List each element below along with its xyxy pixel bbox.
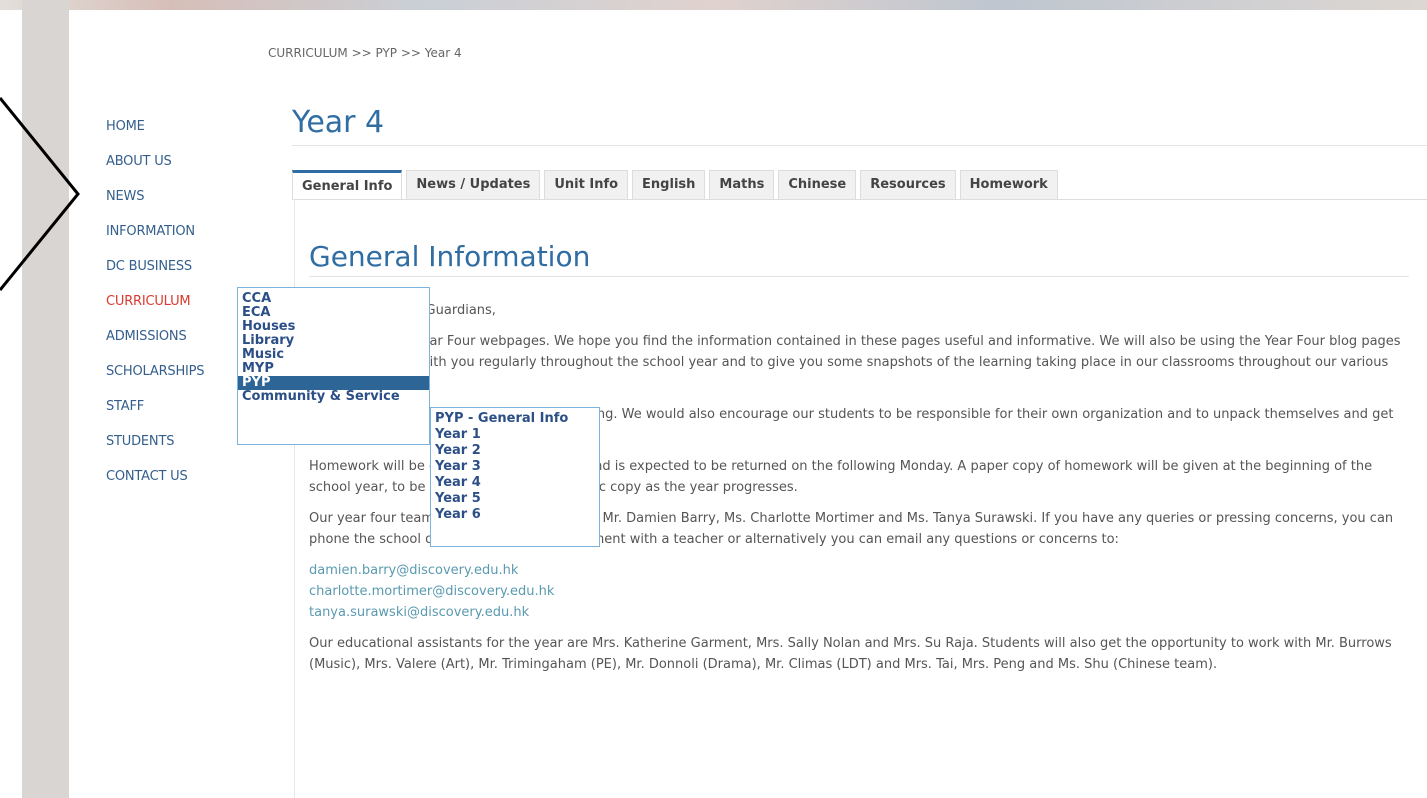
email-link[interactable]: charlotte.mortimer@discovery.edu.hk xyxy=(309,581,1407,602)
nav-item-contact-us[interactable]: CONTACT US xyxy=(106,468,204,503)
section-title: General Information xyxy=(309,240,591,273)
menu-item-myp[interactable]: MYP xyxy=(238,362,429,376)
submenu-item-year-5[interactable]: Year 5 xyxy=(431,491,599,507)
nav-item-information[interactable]: INFORMATION xyxy=(106,223,204,258)
title-divider xyxy=(292,145,1427,146)
tab-bar: General Info News / Updates Unit Info En… xyxy=(292,170,1062,200)
nav-item-students[interactable]: STUDENTS xyxy=(106,433,204,468)
submenu-item-year-4[interactable]: Year 4 xyxy=(431,475,599,491)
tab-homework[interactable]: Homework xyxy=(959,170,1058,199)
left-navigation: HOME ABOUT US NEWS INFORMATION DC BUSINE… xyxy=(106,118,205,503)
greeting-paragraph: Dear Parents and Guardians, xyxy=(309,303,496,318)
menu-item-cca[interactable]: CCA xyxy=(238,292,429,306)
submenu-item-year-6[interactable]: Year 6 xyxy=(431,507,599,523)
tab-english[interactable]: English xyxy=(632,170,706,199)
tab-general-info[interactable]: General Info xyxy=(292,170,403,200)
menu-item-pyp[interactable]: PYP xyxy=(238,376,429,390)
nav-item-scholarships[interactable]: SCHOLARSHIPS xyxy=(106,363,205,398)
page-title: Year 4 xyxy=(292,105,385,140)
nav-item-staff[interactable]: STAFF xyxy=(106,398,204,433)
submenu-item-year-2[interactable]: Year 2 xyxy=(431,443,599,459)
submenu-item-year-1[interactable]: Year 1 xyxy=(431,427,599,443)
nav-item-about-us[interactable]: ABOUT US xyxy=(106,153,204,188)
tab-divider xyxy=(292,199,1427,200)
curriculum-dropdown-menu: CCA ECA Houses Library Music MYP PYP Com… xyxy=(237,287,430,445)
email-list: damien.barry@discovery.edu.hk charlotte.… xyxy=(309,560,1407,623)
tab-news-updates[interactable]: News / Updates xyxy=(406,170,541,199)
menu-item-library[interactable]: Library xyxy=(238,334,429,348)
chevron-right-icon xyxy=(0,97,80,291)
header-banner-strip xyxy=(0,0,1427,10)
nav-item-admissions[interactable]: ADMISSIONS xyxy=(106,328,204,363)
nav-item-dc-business[interactable]: DC BUSINESS xyxy=(106,258,204,293)
tab-resources[interactable]: Resources xyxy=(860,170,956,199)
nav-item-home[interactable]: HOME xyxy=(106,118,204,153)
email-link[interactable]: damien.barry@discovery.edu.hk xyxy=(309,560,1407,581)
menu-item-community-service[interactable]: Community & Service xyxy=(238,390,429,404)
submenu-item-year-3[interactable]: Year 3 xyxy=(431,459,599,475)
email-link[interactable]: tanya.surawski@discovery.edu.hk xyxy=(309,602,1407,623)
tab-unit-info[interactable]: Unit Info xyxy=(544,170,629,199)
submenu-item-pyp-general-info[interactable]: PYP - General Info xyxy=(431,411,599,427)
pyp-submenu: PYP - General Info Year 1 Year 2 Year 3 … xyxy=(430,407,600,547)
menu-item-houses[interactable]: Houses xyxy=(238,320,429,334)
menu-item-music[interactable]: Music xyxy=(238,348,429,362)
nav-item-news[interactable]: NEWS xyxy=(106,188,204,223)
breadcrumb: CURRICULUM >> PYP >> Year 4 xyxy=(268,46,462,60)
section-divider xyxy=(309,276,1409,277)
assistants-paragraph: Our educational assistants for the year … xyxy=(309,636,1392,672)
menu-item-eca[interactable]: ECA xyxy=(238,306,429,320)
nav-item-curriculum[interactable]: CURRICULUM xyxy=(106,293,204,328)
tab-maths[interactable]: Maths xyxy=(709,170,775,199)
tab-chinese[interactable]: Chinese xyxy=(778,170,857,199)
welcome-paragraph: Welcome to the Year Four webpages. We ho… xyxy=(309,334,1401,391)
